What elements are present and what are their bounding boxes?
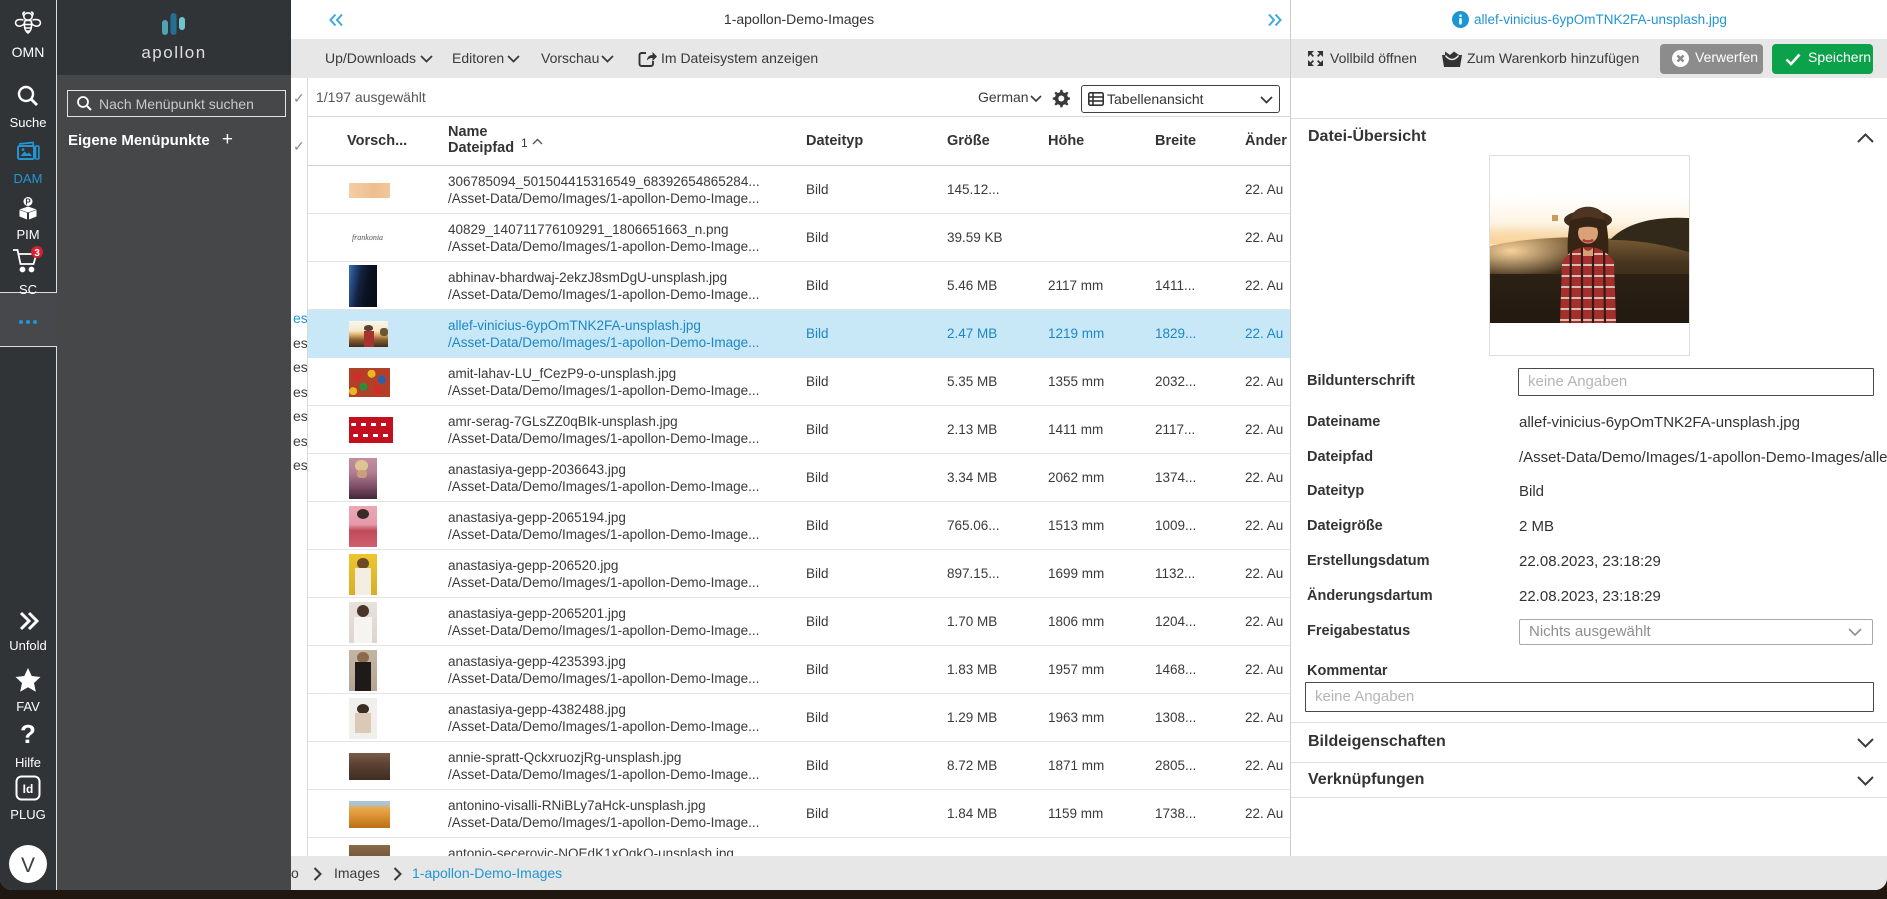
svg-text:Id: Id (23, 782, 34, 796)
svg-text:V: V (21, 854, 35, 877)
svg-text:P: P (25, 198, 31, 207)
svg-text:3: 3 (34, 248, 40, 259)
